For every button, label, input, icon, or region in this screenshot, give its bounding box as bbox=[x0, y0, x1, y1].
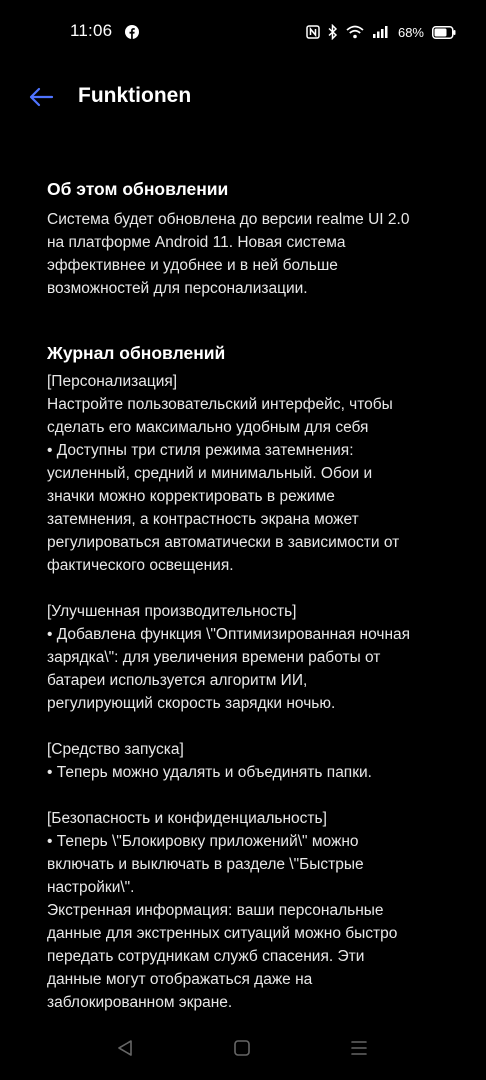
status-time: 11:06 bbox=[70, 21, 113, 40]
wifi-icon bbox=[346, 25, 364, 39]
scroll-content[interactable]: Об этом обновлении Система будет обновле… bbox=[47, 176, 457, 1021]
nav-home-square-icon bbox=[233, 1039, 251, 1062]
bluetooth-icon bbox=[328, 24, 338, 40]
nav-home-button[interactable] bbox=[224, 1032, 260, 1068]
about-update-text: Система будет обновлена до версии realme… bbox=[47, 211, 410, 297]
nav-back-triangle-icon bbox=[116, 1039, 134, 1062]
about-update-title: Об этом обновлении bbox=[47, 179, 229, 199]
status-icons: 68% bbox=[306, 22, 456, 42]
changelog-text: [Персонализация] Настройте пользовательс… bbox=[47, 373, 411, 1011]
status-bar: 11:06 68% bbox=[0, 0, 486, 62]
page-title: Funktionen bbox=[78, 84, 192, 107]
navigation-bar bbox=[0, 1020, 486, 1080]
signal-icon bbox=[372, 25, 388, 39]
battery-icon bbox=[432, 25, 456, 39]
arrow-left-icon bbox=[26, 87, 56, 116]
changelog-title: Журнал обновлений bbox=[47, 343, 226, 363]
nfc-icon bbox=[306, 25, 320, 39]
nav-recents-lines-icon bbox=[350, 1039, 368, 1062]
back-button[interactable] bbox=[26, 82, 56, 112]
facebook-icon bbox=[125, 25, 139, 39]
nav-back-button[interactable] bbox=[107, 1032, 143, 1068]
battery-percent: 68% bbox=[397, 24, 424, 40]
app-bar: Funktionen bbox=[0, 76, 486, 116]
nav-recents-button[interactable] bbox=[341, 1032, 377, 1068]
